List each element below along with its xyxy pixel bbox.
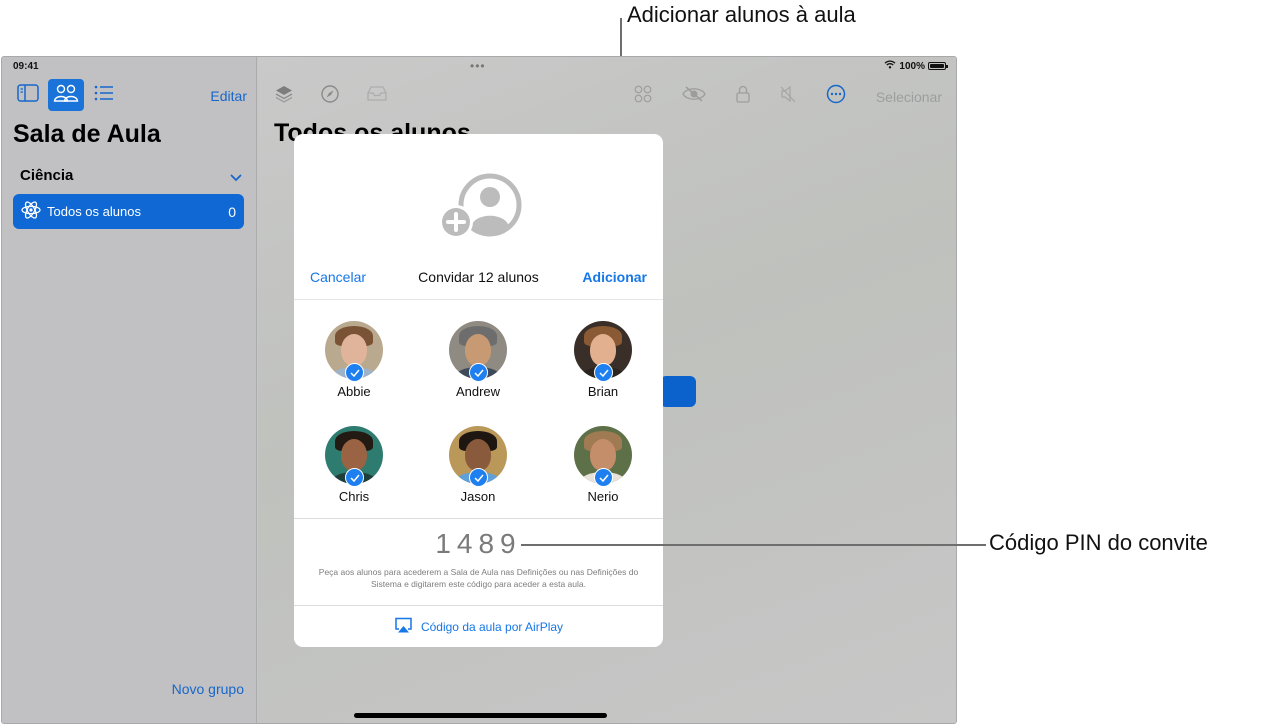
add-person-icon: [439, 172, 522, 243]
avatar: [449, 321, 507, 382]
sidebar-toggle-icon: [17, 83, 39, 107]
airplay-label: Código da aula por AirPlay: [420, 619, 564, 634]
compass-icon[interactable]: [320, 84, 340, 109]
atom-icon: [21, 200, 41, 223]
edit-button[interactable]: Editar: [210, 88, 247, 104]
status-bar-right: 100%: [884, 60, 948, 72]
student-name: Abbie: [337, 384, 371, 399]
checkmark-icon: [345, 363, 364, 382]
student-tile[interactable]: Jason: [428, 426, 528, 504]
add-button[interactable]: Adicionar: [582, 269, 647, 285]
student-tile[interactable]: Brian: [553, 321, 653, 399]
tray-icon[interactable]: [366, 84, 388, 109]
battery-icon: [928, 62, 948, 70]
sidebar-item-all-students[interactable]: Todos os alunos 0: [13, 194, 244, 229]
avatar: [574, 426, 632, 487]
sidebar-item-count: 0: [228, 203, 236, 220]
checkmark-icon: [594, 468, 613, 487]
wifi-icon: [884, 60, 896, 72]
layers-icon[interactable]: [274, 84, 294, 109]
eye-slash-icon[interactable]: [682, 86, 706, 107]
apps-grid-icon[interactable]: [634, 85, 652, 108]
people-view-button[interactable]: [48, 79, 84, 111]
avatar: [325, 321, 383, 382]
multitasking-dots-icon[interactable]: •••: [470, 59, 486, 73]
list-view-button[interactable]: [86, 79, 122, 111]
airplay-code-button[interactable]: Código da aula por AirPlay: [294, 606, 663, 647]
select-button[interactable]: Selecionar: [876, 89, 942, 105]
main-toolbar-right: Selecionar: [634, 84, 942, 109]
section-header-ciencia[interactable]: Ciência: [20, 167, 242, 184]
student-tile[interactable]: Abbie: [304, 321, 404, 399]
airplay-icon: [394, 617, 413, 636]
checkmark-icon: [469, 468, 488, 487]
student-name: Brian: [587, 384, 619, 399]
checkmark-icon: [594, 363, 613, 382]
student-name: Andrew: [455, 384, 501, 399]
students-grid: Abbie Andrew Brian Chris Jason Nerio: [294, 300, 663, 518]
list-icon: [94, 85, 114, 106]
home-indicator[interactable]: [354, 713, 607, 718]
student-name: Nerio: [587, 489, 619, 504]
sidebar-toolbar: Editar: [12, 79, 247, 113]
new-group-button[interactable]: Novo grupo: [172, 681, 244, 697]
student-tile[interactable]: Andrew: [428, 321, 528, 399]
callout-pin-code: Código PIN do convite: [989, 530, 1208, 555]
student-tile[interactable]: Nerio: [553, 426, 653, 504]
sidebar: 09:41 Editar Sala de Aula Ciência Todos …: [2, 57, 257, 723]
sidebar-title: Sala de Aula: [13, 120, 161, 148]
sidebar-item-label: Todos os alunos: [47, 204, 141, 219]
status-time: 09:41: [13, 61, 39, 72]
battery-percent: 100%: [899, 60, 925, 72]
callout-line-pin: [521, 544, 986, 546]
avatar: [325, 426, 383, 487]
checkmark-icon: [469, 363, 488, 382]
main-toolbar-left: [274, 84, 388, 109]
student-name: Jason: [460, 489, 496, 504]
sheet-nav-bar: Cancelar Convidar 12 alunos Adicionar: [294, 267, 663, 299]
pin-section: 1489 Peça aos alunos para acederem a Sal…: [294, 519, 663, 605]
lock-icon[interactable]: [736, 85, 750, 108]
mute-icon[interactable]: [780, 85, 796, 108]
avatar: [449, 426, 507, 487]
checkmark-icon: [345, 468, 364, 487]
people-icon: [53, 83, 79, 108]
chevron-down-icon[interactable]: [230, 169, 242, 186]
pin-hint: Peça aos alunos para acederem a Sala de …: [318, 567, 639, 589]
avatar: [574, 321, 632, 382]
sidebar-toggle-button[interactable]: [10, 79, 46, 111]
invite-students-sheet: Cancelar Convidar 12 alunos Adicionar Ab…: [294, 134, 663, 647]
section-label: Ciência: [20, 167, 74, 184]
more-icon[interactable]: [826, 84, 846, 109]
student-tile[interactable]: Chris: [304, 426, 404, 504]
student-name: Chris: [338, 489, 370, 504]
callout-add-students: Adicionar alunos à aula: [627, 2, 856, 27]
obscured-button[interactable]: [660, 376, 696, 407]
